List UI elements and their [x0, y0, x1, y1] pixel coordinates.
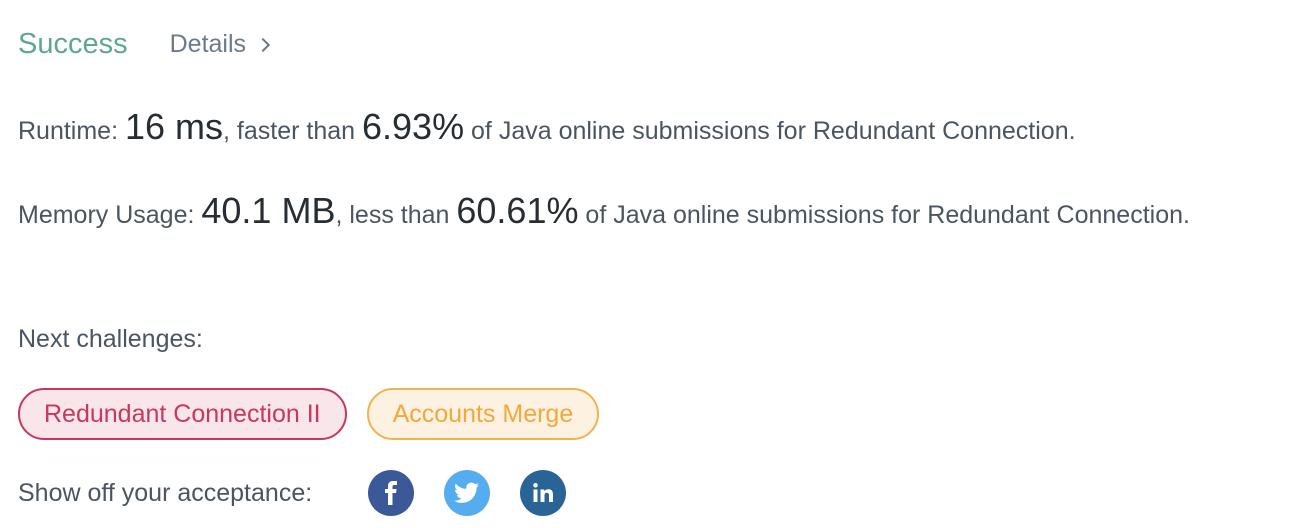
linkedin-icon[interactable] — [520, 470, 567, 516]
details-label: Details — [169, 29, 247, 58]
next-challenges-label: Next challenges: — [18, 325, 203, 353]
challenge-chip-accounts-merge[interactable]: Accounts Merge — [366, 388, 600, 440]
challenge-chip-redundant-connection-ii[interactable]: Redundant Connection II — [18, 388, 347, 440]
share-row: Show off your acceptance: — [18, 468, 596, 518]
runtime-percent: 6.93% — [362, 106, 465, 147]
runtime-label: Runtime: — [18, 117, 125, 145]
memory-middle-text: , less than — [335, 201, 457, 229]
runtime-suffix: of Java online submissions for Redundant… — [464, 117, 1076, 145]
submission-header: Success Details — [18, 22, 271, 66]
memory-suffix: of Java online submissions for Redundant… — [578, 201, 1190, 229]
details-link[interactable]: Details — [169, 29, 271, 59]
share-label: Show off your acceptance: — [18, 478, 313, 507]
memory-value: 40.1 MB — [201, 190, 336, 231]
facebook-icon[interactable] — [368, 470, 415, 516]
memory-percent: 60.61% — [456, 190, 579, 231]
memory-label: Memory Usage: — [18, 201, 202, 229]
runtime-value: 16 ms — [124, 106, 224, 147]
chevron-right-icon — [255, 37, 271, 53]
memory-summary: Memory Usage: 40.1 MB, less than 60.61% … — [18, 190, 1228, 236]
next-challenges-list: Redundant Connection II Accounts Merge — [18, 388, 600, 440]
runtime-middle-text: , faster than — [223, 117, 362, 145]
runtime-summary: Runtime: 16 ms, faster than 6.93% of Jav… — [18, 106, 1298, 152]
twitter-icon[interactable] — [444, 470, 491, 516]
status-label: Success — [18, 27, 128, 60]
